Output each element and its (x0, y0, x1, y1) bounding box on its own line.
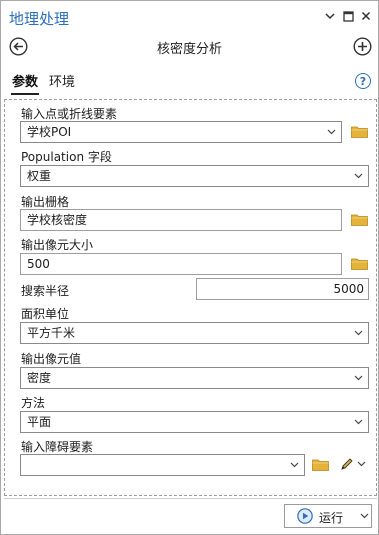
chevron-down-icon (354, 323, 363, 343)
cell-size-label: 输出像元大小 (21, 238, 94, 252)
area-units-value: 平方千米 (27, 326, 76, 340)
help-icon[interactable]: ? (355, 73, 371, 89)
cell-size-value: 500 (27, 257, 50, 271)
maximize-icon[interactable] (341, 9, 355, 23)
run-button[interactable]: 运行 (284, 504, 372, 528)
active-tab-indicator (11, 93, 39, 95)
play-icon (297, 508, 313, 524)
method-select[interactable]: 平面 (20, 411, 369, 433)
chevron-down-icon[interactable] (360, 510, 369, 525)
cell-size-input[interactable]: 500 (20, 253, 342, 275)
chevron-down-icon (354, 166, 363, 186)
pane-title: 地理处理 (9, 10, 70, 28)
chevron-down-icon (290, 455, 299, 475)
folder-icon[interactable] (351, 125, 368, 138)
output-values-select[interactable]: 密度 (20, 367, 369, 389)
search-radius-label: 搜索半径 (21, 284, 70, 298)
population-field-select[interactable]: 权重 (20, 165, 369, 187)
title-bar: 地理处理 (1, 1, 378, 33)
input-features-select[interactable]: 学校POI (20, 121, 342, 143)
input-features-value: 学校POI (27, 125, 72, 139)
chevron-down-icon (354, 412, 363, 432)
population-field-value: 权重 (27, 169, 52, 183)
method-value: 平面 (27, 415, 52, 429)
chevron-down-icon[interactable] (323, 9, 337, 23)
chevron-down-icon (327, 122, 336, 142)
population-field-label: Population 字段 (21, 150, 112, 164)
folder-icon[interactable] (351, 257, 368, 270)
pencil-icon[interactable] (339, 456, 355, 472)
folder-icon[interactable] (351, 213, 368, 226)
tab-parameters[interactable]: 参数 (12, 71, 38, 90)
output-values-value: 密度 (27, 371, 52, 385)
tool-header: 核密度分析 (1, 33, 378, 61)
output-values-label: 输出像元值 (21, 352, 82, 366)
tab-environments[interactable]: 环境 (49, 71, 75, 90)
run-label: 运行 (319, 511, 344, 525)
output-raster-label: 输出栅格 (21, 195, 70, 209)
barriers-label: 输入障碍要素 (21, 440, 94, 454)
tool-title: 核密度分析 (156, 42, 222, 57)
output-raster-value: 学校核密度 (27, 213, 88, 227)
barriers-select[interactable] (20, 454, 305, 476)
search-radius-input[interactable]: 5000 (196, 278, 369, 300)
chevron-down-icon[interactable] (357, 456, 366, 472)
add-icon[interactable] (353, 37, 372, 56)
method-label: 方法 (21, 396, 46, 410)
chevron-down-icon (354, 368, 363, 388)
footer-divider (4, 498, 377, 499)
input-features-label: 输入点或折线要素 (21, 107, 118, 121)
geoprocessing-pane: 地理处理 核密度分析 参数 环境 ? 输入点或折线要素 学校POI Popula… (0, 0, 379, 535)
close-icon[interactable] (359, 9, 373, 23)
area-units-label: 面积单位 (21, 307, 70, 321)
area-units-select[interactable]: 平方千米 (20, 322, 369, 344)
output-raster-input[interactable]: 学校核密度 (20, 209, 342, 231)
folder-icon[interactable] (312, 458, 329, 471)
tab-strip: 参数 环境 ? (1, 63, 378, 95)
